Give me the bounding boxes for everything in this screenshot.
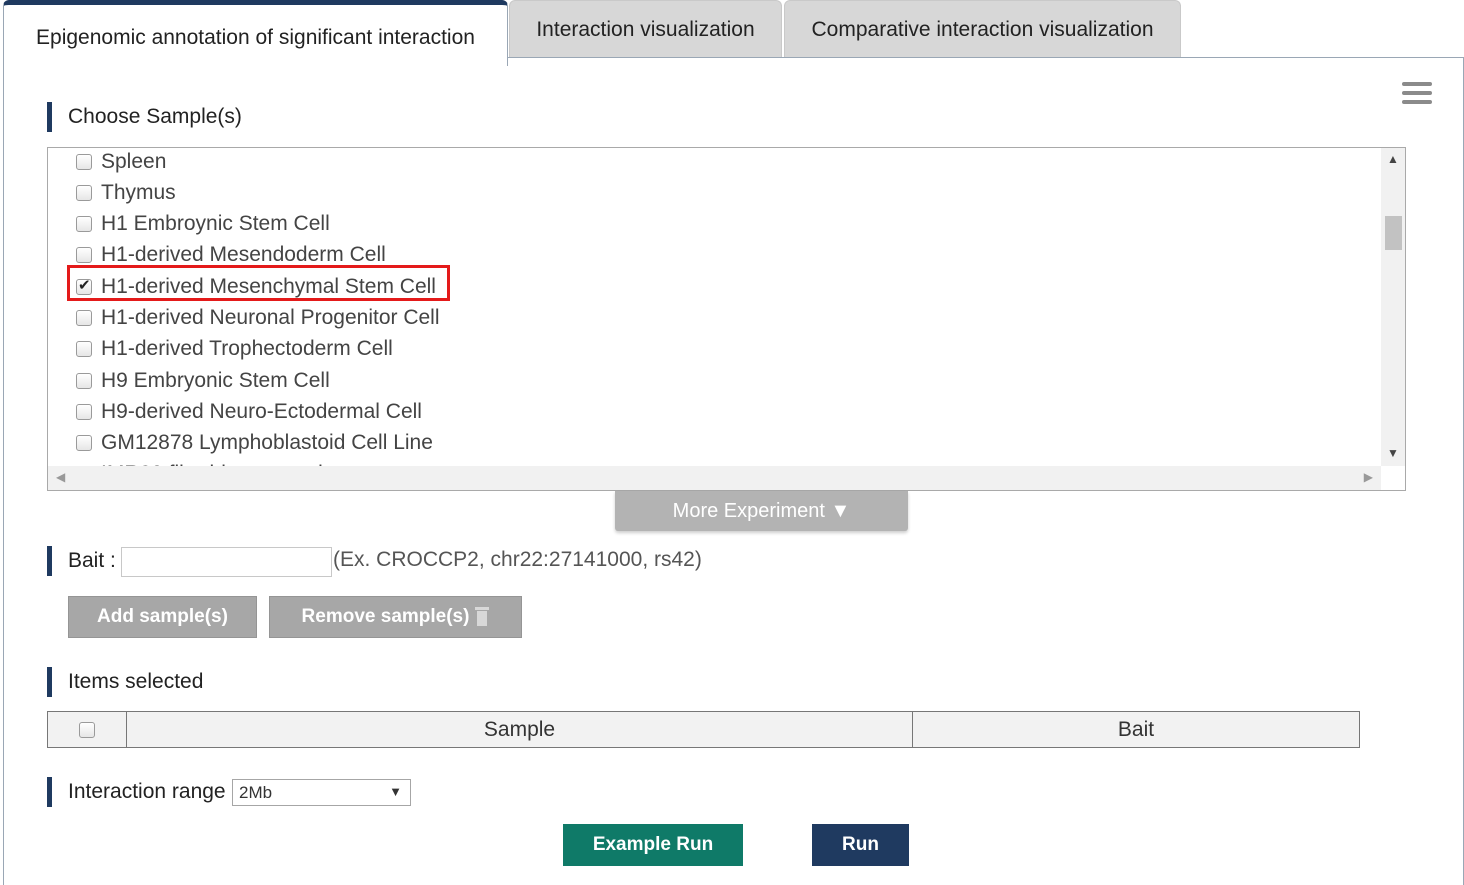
select-all-cell bbox=[48, 712, 127, 747]
sample-item[interactable]: Thymus bbox=[76, 177, 176, 208]
sample-item[interactable]: GM12878 Lymphoblastoid Cell Line bbox=[76, 427, 433, 458]
sample-checkbox[interactable] bbox=[76, 215, 92, 232]
chevron-down-icon: ▼ bbox=[389, 784, 402, 799]
remove-samples-label: Remove sample(s) bbox=[301, 606, 470, 627]
interaction-range-select[interactable]: 2Mb ▼ bbox=[232, 779, 411, 806]
tab-epigenomic-annotation[interactable]: Epigenomic annotation of significant int… bbox=[3, 0, 508, 66]
section-bar bbox=[47, 102, 52, 132]
sample-item[interactable]: H1-derived Trophectoderm Cell bbox=[76, 333, 393, 364]
horizontal-scrollbar[interactable]: ◀ ▶ bbox=[48, 466, 1381, 490]
sample-item[interactable]: H1-derived Mesendoderm Cell bbox=[76, 239, 386, 270]
sample-label: Spleen bbox=[101, 149, 167, 173]
hamburger-menu-icon[interactable] bbox=[1402, 82, 1432, 104]
sample-item[interactable]: H1 Embroynic Stem Cell bbox=[76, 208, 330, 239]
add-samples-label: Add sample(s) bbox=[97, 606, 228, 627]
sample-checkbox[interactable] bbox=[76, 309, 92, 326]
bait-input[interactable] bbox=[121, 547, 332, 577]
column-header-bait: Bait bbox=[1117, 717, 1155, 741]
example-run-button[interactable]: Example Run bbox=[563, 824, 743, 866]
more-experiment-button[interactable]: More Experiment ▼ bbox=[615, 491, 908, 531]
trash-icon bbox=[475, 607, 490, 627]
scroll-right-icon[interactable]: ▶ bbox=[1364, 470, 1373, 484]
choose-samples-heading: Choose Sample(s) bbox=[47, 102, 242, 132]
bait-label: Bait : bbox=[68, 549, 116, 572]
interaction-range-heading: Interaction range bbox=[47, 777, 226, 807]
column-header-sample: Sample bbox=[127, 712, 913, 747]
sample-checkbox[interactable] bbox=[76, 246, 92, 263]
interaction-range-value: 2Mb bbox=[239, 782, 273, 802]
sample-label: H1-derived Mesenchymal Stem Cell bbox=[101, 274, 436, 298]
items-selected-heading: Items selected bbox=[47, 667, 203, 697]
sample-checkbox[interactable] bbox=[76, 372, 92, 389]
sample-checkbox[interactable] bbox=[76, 434, 92, 451]
scroll-thumb[interactable] bbox=[1385, 216, 1402, 250]
sample-label: H9 Embryonic Stem Cell bbox=[101, 368, 330, 392]
sample-item[interactable]: H9 Embryonic Stem Cell bbox=[76, 365, 330, 396]
vertical-scrollbar[interactable]: ▲ ▼ bbox=[1381, 148, 1405, 466]
scroll-down-icon[interactable]: ▼ bbox=[1387, 446, 1399, 460]
sample-label: H1 Embroynic Stem Cell bbox=[101, 211, 330, 235]
scroll-left-icon[interactable]: ◀ bbox=[56, 470, 65, 484]
section-bar bbox=[47, 777, 52, 807]
interaction-range-label: Interaction range bbox=[68, 780, 226, 803]
sample-checkbox[interactable] bbox=[76, 153, 92, 170]
sample-checkbox[interactable] bbox=[76, 403, 92, 420]
select-all-checkbox[interactable] bbox=[79, 721, 95, 738]
sample-item[interactable]: H1-derived Neuronal Progenitor Cell bbox=[76, 302, 440, 333]
sample-label: H1-derived Trophectoderm Cell bbox=[101, 336, 393, 360]
sample-item[interactable]: H9-derived Neuro-Ectodermal Cell bbox=[76, 396, 422, 427]
remove-samples-button[interactable]: Remove sample(s) bbox=[269, 596, 522, 638]
sample-label: GM12878 Lymphoblastoid Cell Line bbox=[101, 430, 433, 454]
bait-hint: (Ex. CROCCP2, chr22:27141000, rs42) bbox=[333, 548, 702, 571]
sample-item[interactable]: H1-derived Mesenchymal Stem Cell bbox=[76, 271, 436, 302]
sample-label: H1-derived Neuronal Progenitor Cell bbox=[101, 305, 440, 329]
tab-comparative-interaction-visualization[interactable]: Comparative interaction visualization bbox=[784, 0, 1181, 58]
tab-interaction-visualization[interactable]: Interaction visualization bbox=[509, 0, 782, 58]
add-samples-button[interactable]: Add sample(s) bbox=[68, 596, 257, 638]
section-bar bbox=[47, 667, 52, 697]
choose-samples-label: Choose Sample(s) bbox=[68, 105, 242, 128]
selected-items-table: Sample Bait bbox=[47, 711, 1360, 748]
sample-label: H9-derived Neuro-Ectodermal Cell bbox=[101, 399, 422, 423]
run-button[interactable]: Run bbox=[812, 824, 909, 866]
bait-heading: Bait : bbox=[47, 546, 116, 576]
section-bar bbox=[47, 546, 52, 576]
sample-item[interactable]: Spleen bbox=[76, 148, 167, 177]
sample-checkbox[interactable] bbox=[76, 184, 92, 201]
items-selected-label: Items selected bbox=[68, 670, 204, 693]
sample-label: H1-derived Mesendoderm Cell bbox=[101, 242, 386, 266]
sample-list-box[interactable]: Spleen Thymus H1 Embroynic Stem Cell H1-der… bbox=[47, 147, 1406, 491]
sample-checkbox[interactable] bbox=[76, 340, 92, 357]
sample-label: Thymus bbox=[101, 180, 176, 204]
scroll-up-icon[interactable]: ▲ bbox=[1387, 152, 1399, 166]
sample-checkbox[interactable] bbox=[76, 276, 92, 295]
